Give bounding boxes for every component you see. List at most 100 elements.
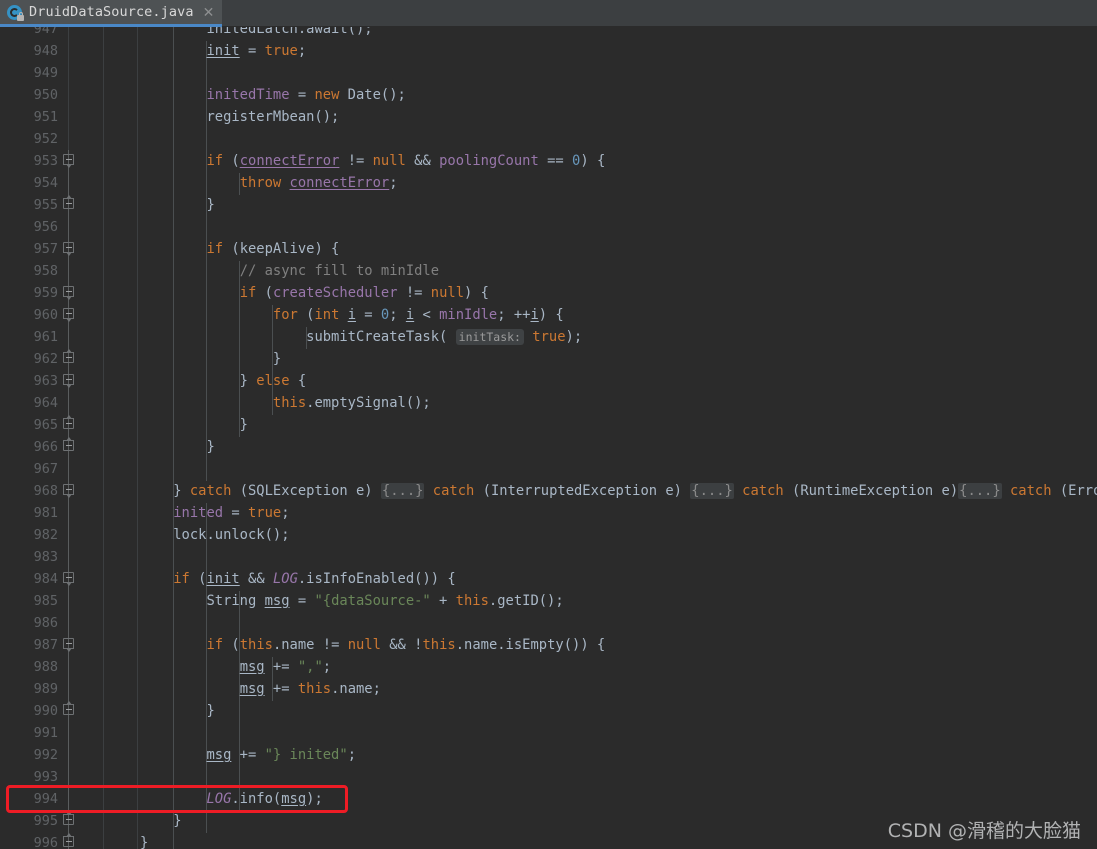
code-line[interactable]: 956 xyxy=(0,216,1097,238)
token: .info( xyxy=(231,791,282,807)
code-line[interactable]: 991 xyxy=(0,722,1097,744)
fold-start-icon[interactable] xyxy=(63,286,76,300)
code-line[interactable]: 984 if (init && LOG.isInfoEnabled()) { xyxy=(0,568,1097,590)
token: // async fill to minIdle xyxy=(239,263,440,279)
code-line[interactable]: 993 xyxy=(0,766,1097,788)
token: msg xyxy=(281,791,307,807)
token: = xyxy=(289,593,315,609)
code-line[interactable]: 964 this.emptySignal(); xyxy=(0,392,1097,414)
code-line[interactable]: 967 xyxy=(0,458,1097,480)
fold-start-icon[interactable] xyxy=(63,308,76,322)
code-editor[interactable]: 947 initedLatch.await(); 948 init = true;… xyxy=(0,27,1097,849)
line-number: 984 xyxy=(33,571,58,587)
code-line[interactable]: 986 xyxy=(0,612,1097,634)
code-line[interactable]: 958 // async fill to minIdle xyxy=(0,260,1097,282)
line-number: 956 xyxy=(33,219,58,235)
code-line[interactable]: 957 if (keepAlive) { xyxy=(0,238,1097,260)
token: != xyxy=(397,285,431,301)
fold-end-icon[interactable] xyxy=(63,415,76,431)
line-content: for (int i = 0; i < minIdle; ++i) { xyxy=(140,304,564,326)
code-line[interactable]: 955 } xyxy=(0,194,1097,216)
token: ; xyxy=(297,43,307,59)
code-line[interactable]: 962 } xyxy=(0,348,1097,370)
close-icon[interactable]: ✕ xyxy=(203,5,215,19)
code-line[interactable]: 947 initedLatch.await(); xyxy=(0,27,1097,40)
code-line[interactable]: 960 for (int i = 0; i < minIdle; ++i) { xyxy=(0,304,1097,326)
code-line[interactable]: 953 if (connectError != null && poolingC… xyxy=(0,150,1097,172)
code-line[interactable]: 988 msg += ","; xyxy=(0,656,1097,678)
tab-label: DruidDataSource.java xyxy=(29,4,194,20)
token: += xyxy=(264,659,298,675)
line-content: msg += ","; xyxy=(140,656,331,678)
line-content: if (keepAlive) { xyxy=(140,238,339,260)
token: 0 xyxy=(380,307,390,323)
code-line[interactable]: 965 } xyxy=(0,414,1097,436)
code-line[interactable]: 961 submitCreateTask( initTask: true); xyxy=(0,326,1097,348)
code-line[interactable]: 992 msg += "} inited"; xyxy=(0,744,1097,766)
code-line[interactable]: 983 xyxy=(0,546,1097,568)
code-line[interactable]: 994 LOG.info(msg); xyxy=(0,788,1097,810)
token: msg xyxy=(239,659,265,675)
line-number: 968 xyxy=(33,483,58,499)
fold-start-icon[interactable] xyxy=(63,242,76,256)
token: catch xyxy=(742,483,784,499)
code-line[interactable]: 966 } xyxy=(0,436,1097,458)
fold-end-icon[interactable] xyxy=(63,701,76,717)
line-number: 953 xyxy=(33,153,58,169)
token: poolingCount xyxy=(439,153,539,169)
token: connectError xyxy=(239,153,340,169)
token: true xyxy=(248,505,282,521)
code-line[interactable]: 968 } catch (SQLException e) {...} catch… xyxy=(0,480,1097,502)
token: msg xyxy=(239,681,265,697)
token: lock.unlock(); xyxy=(140,527,290,543)
line-number: 955 xyxy=(33,197,58,213)
token: . xyxy=(297,27,307,37)
fold-start-icon[interactable] xyxy=(63,572,76,586)
fold-end-icon[interactable] xyxy=(63,349,76,365)
fold-end-icon[interactable] xyxy=(63,195,76,211)
code-line[interactable]: 981 inited = true; xyxy=(0,502,1097,524)
token: this xyxy=(239,637,273,653)
token: ) { xyxy=(464,285,489,301)
token: int xyxy=(314,307,340,323)
line-number: 990 xyxy=(33,703,58,719)
code-line[interactable]: 948 init = true; xyxy=(0,40,1097,62)
code-line[interactable]: 951 registerMbean(); xyxy=(0,106,1097,128)
token: true xyxy=(532,329,566,345)
code-line[interactable]: 954 throw connectError; xyxy=(0,172,1097,194)
fold-start-icon[interactable] xyxy=(63,374,76,388)
token: if xyxy=(173,571,190,587)
code-line[interactable]: 959 if (createScheduler != null) { xyxy=(0,282,1097,304)
editor-tab-bar: DruidDataSource.java ✕ xyxy=(0,0,1097,27)
token: initedLatch xyxy=(206,27,298,37)
token: {...} xyxy=(958,483,1002,499)
line-content: // async fill to minIdle xyxy=(140,260,439,282)
fold-end-icon[interactable] xyxy=(63,437,76,453)
token: ( xyxy=(223,153,240,169)
fold-end-icon[interactable] xyxy=(63,833,76,849)
code-line[interactable]: 987 if (this.name != null && !this.name.… xyxy=(0,634,1097,656)
fold-end-icon[interactable] xyxy=(63,811,76,827)
code-line[interactable]: 989 msg += this.name; xyxy=(0,678,1097,700)
fold-start-icon[interactable] xyxy=(63,154,76,168)
line-number: 959 xyxy=(33,285,58,301)
code-line[interactable]: 982 lock.unlock(); xyxy=(0,524,1097,546)
tab-druiddatasource-java[interactable]: DruidDataSource.java ✕ xyxy=(0,0,223,27)
token: = xyxy=(239,43,265,59)
fold-start-icon[interactable] xyxy=(63,484,76,498)
line-content: registerMbean(); xyxy=(140,106,339,128)
line-number: 981 xyxy=(33,505,58,521)
code-line[interactable]: 950 initedTime = new Date(); xyxy=(0,84,1097,106)
line-number: 958 xyxy=(33,263,58,279)
code-line[interactable]: 985 String msg = "{dataSource-" + this.g… xyxy=(0,590,1097,612)
code-line[interactable]: 949 xyxy=(0,62,1097,84)
code-line[interactable]: 952 xyxy=(0,128,1097,150)
fold-start-icon[interactable] xyxy=(63,638,76,652)
code-line[interactable]: 963 } else { xyxy=(0,370,1097,392)
code-line[interactable]: 990 } xyxy=(0,700,1097,722)
